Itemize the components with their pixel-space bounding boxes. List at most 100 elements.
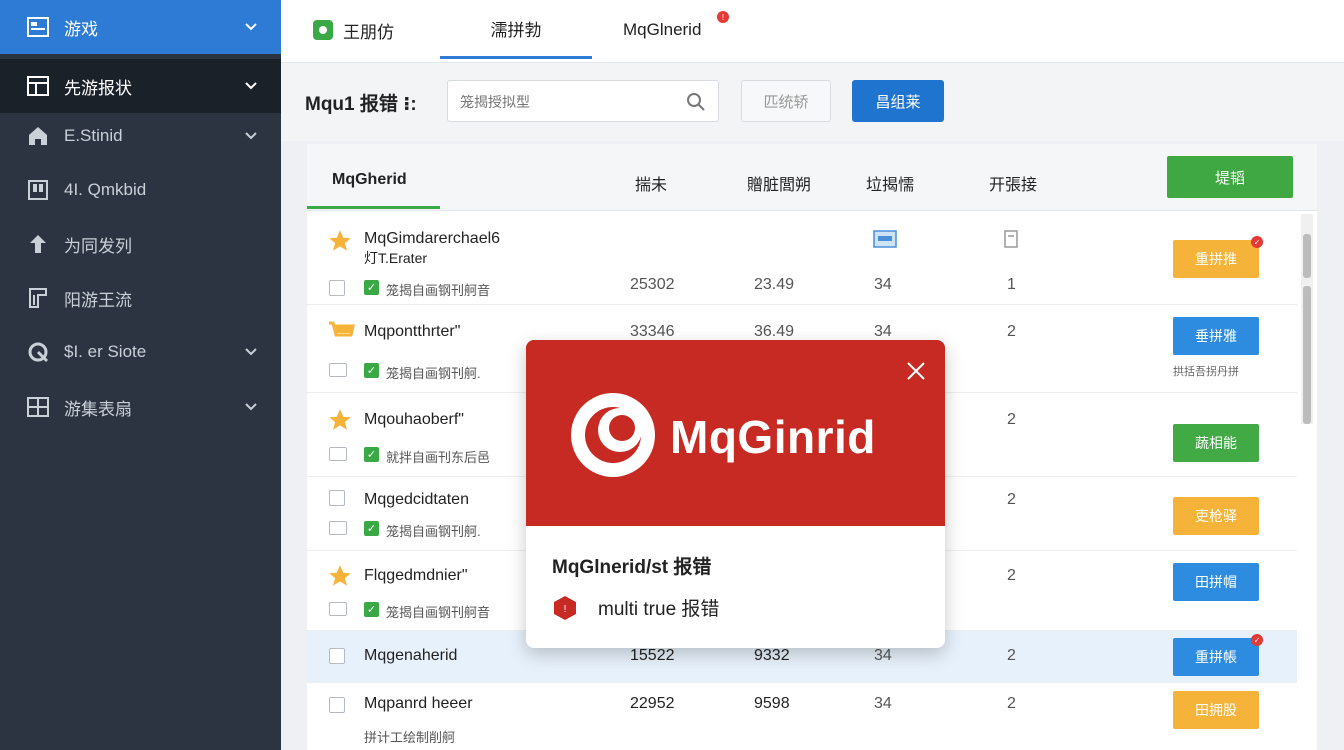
sidebar-item-label: 4I. Qmkbid	[64, 180, 147, 199]
row-subtext: 拼计工绘制削舸	[364, 730, 456, 745]
search-icon[interactable]	[686, 92, 706, 112]
row-action-button[interactable]: 重拼推 ✓	[1173, 236, 1263, 278]
monitor-icon	[873, 230, 897, 248]
tab-active[interactable]: 濡拼勃	[440, 0, 592, 59]
sidebar-item-label: 游戏	[64, 19, 98, 39]
sidebar-item-reports[interactable]: 先游报状	[0, 59, 281, 113]
popup-brand-name: MqGinrid	[670, 411, 876, 463]
close-icon[interactable]	[907, 362, 925, 380]
row-checkbox[interactable]	[329, 363, 347, 377]
grid-icon	[26, 395, 50, 419]
sidebar-item-home[interactable]: E.Stinid	[0, 109, 281, 163]
table-row[interactable]: MqGimdarerchael6 灯T.Erater ✓ 笼揭自画钢刊舸音 25…	[307, 212, 1297, 305]
chevron-down-icon	[245, 82, 257, 90]
row-value-4: 2	[1007, 567, 1016, 584]
row-checkbox[interactable]	[329, 602, 347, 616]
star-icon[interactable]	[327, 563, 353, 589]
notification-badge: ✓	[1251, 236, 1263, 248]
star-icon[interactable]	[327, 228, 353, 254]
row-action-button[interactable]: 重拼帳 ✓	[1173, 634, 1263, 676]
row-checkbox[interactable]	[329, 447, 347, 461]
brand-logo-icon	[571, 393, 655, 477]
row-name: Mqouhaoberf"	[364, 411, 464, 428]
row-action-button[interactable]: 垂拼雅	[1173, 317, 1259, 355]
row-checkbox[interactable]	[329, 280, 345, 296]
row-checkbox[interactable]	[329, 490, 345, 506]
sidebar-item-tables[interactable]: 游集表扇	[0, 380, 281, 434]
sidebar-item-stats[interactable]: 阳游王流	[0, 271, 281, 325]
row-value-4: 2	[1007, 695, 1016, 712]
row-value-3: 34	[874, 276, 892, 293]
tab-mqglnerid[interactable]: MqGlnerid !	[623, 0, 729, 60]
upload-icon	[26, 232, 50, 256]
search-label: Mqu1 报错 ⁝:	[305, 94, 417, 115]
column-header-2[interactable]: 揣未	[635, 171, 667, 195]
row-action-button[interactable]: 蔬相能	[1173, 424, 1259, 462]
row-action-button[interactable]: 田拼帽	[1173, 563, 1259, 601]
check-icon: ✓	[364, 363, 379, 378]
layout-icon	[26, 74, 50, 98]
row-value-1: 33346	[630, 323, 675, 340]
action-label: 重拼帳	[1195, 649, 1237, 665]
gamepad-icon	[26, 178, 50, 202]
action-label: 重拼推	[1195, 251, 1237, 267]
add-button[interactable]: 堤韬	[1167, 156, 1293, 198]
chevron-down-icon	[245, 23, 257, 31]
popup-message-row: ! multi true 报错	[552, 594, 719, 621]
row-action-button[interactable]: 田拥股	[1173, 691, 1259, 729]
row-subtext: 笼揭自画钢刊舸.	[386, 524, 481, 539]
tab-label: 王朋仿	[343, 22, 394, 42]
row-subtext: 笼揭自画钢刊舸音	[386, 605, 491, 620]
scrollbar[interactable]	[1301, 214, 1313, 424]
row-checkbox[interactable]	[329, 648, 345, 664]
sidebar-item-label: E.Stinid	[64, 126, 123, 145]
sidebar-item-label: 先游报状	[64, 78, 132, 98]
cart-icon[interactable]	[327, 319, 355, 343]
window-icon	[26, 15, 50, 39]
sidebar-item-publish[interactable]: 为同发列	[0, 217, 281, 271]
row-action-button[interactable]: 吏枪驿	[1173, 497, 1259, 535]
row-value-2: 9598	[754, 695, 790, 712]
row-value-1: 15522	[630, 647, 675, 664]
notification-badge: !	[717, 11, 729, 23]
column-header-4[interactable]: 垃揭懦	[866, 171, 914, 195]
query-button[interactable]: 昌组莱	[852, 80, 944, 122]
popup-header: MqGinrid	[526, 340, 945, 526]
sidebar-item-games[interactable]: 游戏	[0, 0, 281, 54]
row-name: Mqpontthrter"	[364, 323, 461, 340]
tab-home[interactable]: 王朋仿	[313, 0, 394, 60]
popup-title: MqGlnerid/st 报错	[552, 557, 712, 578]
sidebar-item-label: 阳游王流	[64, 290, 132, 310]
row-subtext: 就拌自画刊东后邑	[386, 450, 491, 465]
column-header-3[interactable]: 贈脏閭朔	[747, 171, 811, 195]
row-name: Mqgedcidtaten	[364, 491, 469, 508]
active-column-indicator	[307, 206, 440, 209]
sidebar: 游戏 先游报状 E.Stinid 4I. Qmkbid 为同发列 阳游王流 $I…	[0, 0, 281, 750]
row-value-4: 2	[1007, 323, 1016, 340]
reset-button[interactable]: 匹统轿	[741, 80, 831, 122]
chat-icon	[313, 20, 333, 40]
search-input[interactable]	[458, 91, 682, 113]
star-icon[interactable]	[327, 407, 353, 433]
scrollbar-thumb[interactable]	[1303, 234, 1311, 278]
row-value-1: 25302	[630, 276, 675, 293]
row-value-2: 23.49	[754, 276, 795, 293]
row-value-2: 9332	[754, 647, 790, 664]
sidebar-item-games2[interactable]: 4I. Qmkbid	[0, 163, 281, 217]
shield-icon	[26, 340, 50, 364]
search-field[interactable]	[447, 80, 719, 122]
sidebar-item-store[interactable]: $I. er Siote	[0, 325, 281, 379]
column-header-name[interactable]: MqGherid	[332, 171, 407, 189]
table-row[interactable]: Mqpanrd heeer 拼计工绘制削舸 22952 9598 34 2 田拥…	[307, 683, 1297, 750]
row-checkbox[interactable]	[329, 697, 345, 713]
column-header-5[interactable]: 开張接	[989, 171, 1037, 195]
row-name-sub: 灯T.Erater	[364, 250, 428, 266]
notification-popup: MqGinrid MqGlnerid/st 报错 ! multi true 报错	[526, 340, 945, 648]
table-header: MqGherid 揣未 贈脏閭朔 垃揭懦 开張接 堤韬	[307, 144, 1317, 211]
row-note: 拱括吾拐丹拼	[1173, 366, 1239, 378]
chevron-down-icon	[245, 403, 257, 411]
row-name: Mqpanrd heeer	[364, 695, 473, 712]
check-icon: ✓	[364, 447, 379, 462]
scrollbar-thumb[interactable]	[1303, 286, 1311, 424]
svg-text:!: !	[564, 604, 567, 615]
